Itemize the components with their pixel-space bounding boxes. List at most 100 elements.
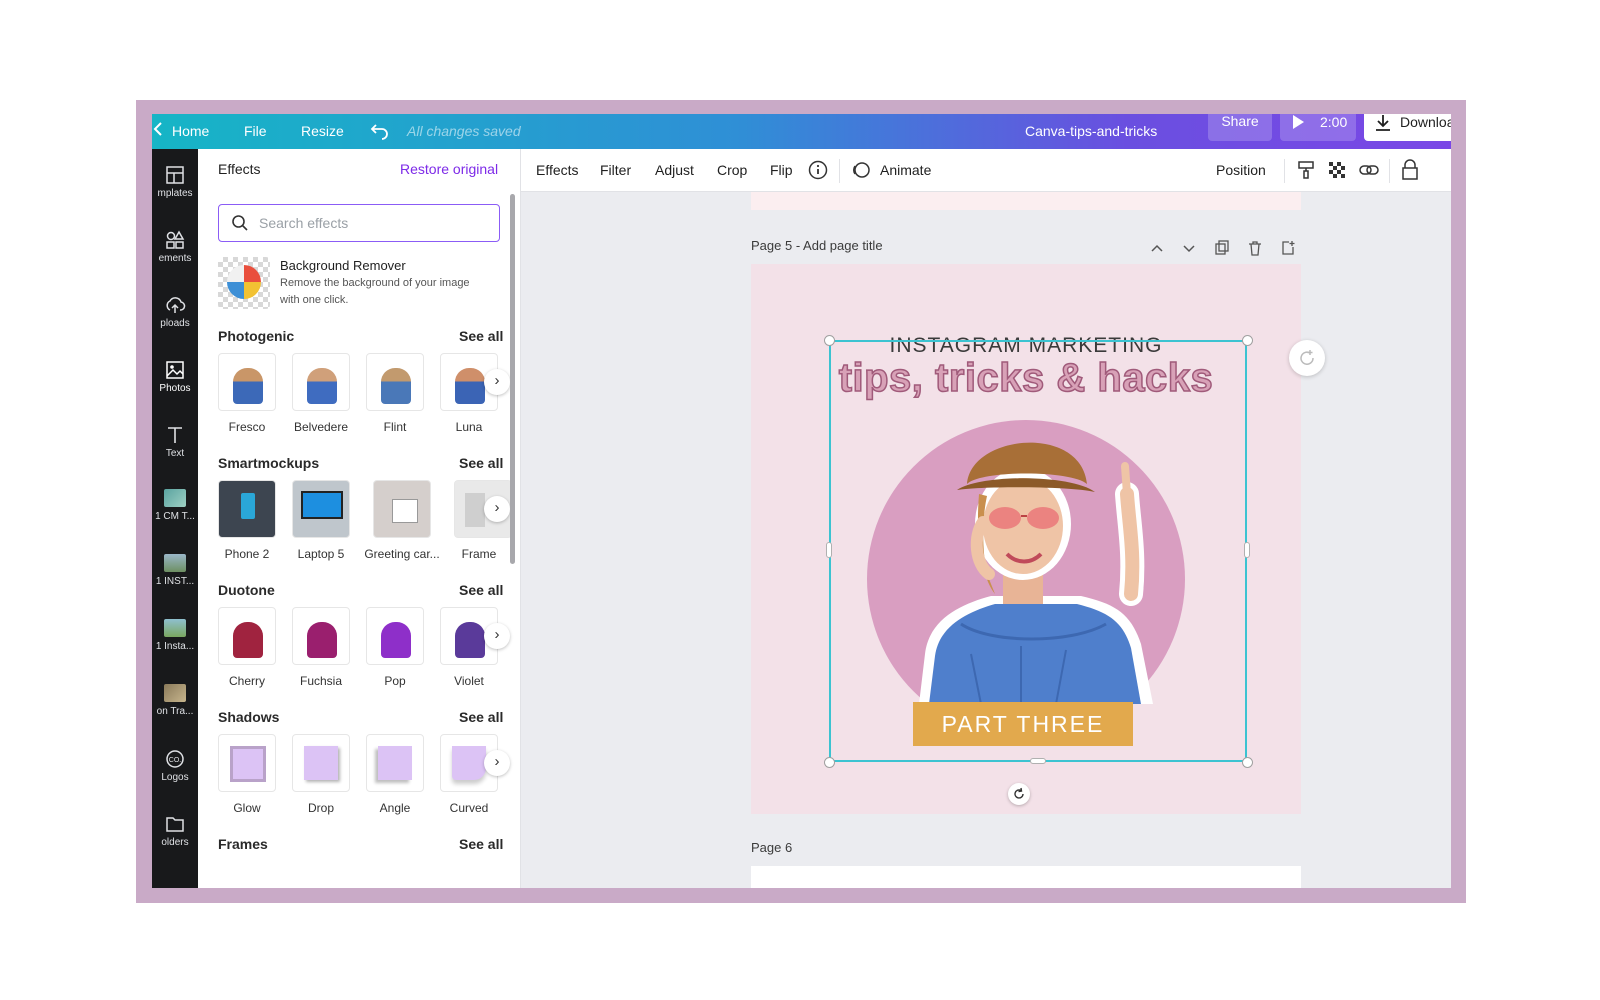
rail-folders[interactable]: olders — [152, 814, 198, 848]
rail-label: on Tra... — [156, 706, 194, 717]
effect-tile-fresco[interactable] — [218, 353, 276, 411]
effect-tile-drop[interactable] — [292, 734, 350, 792]
rail-folder-4[interactable]: on Tra... — [152, 684, 198, 717]
next-arrow-photogenic[interactable]: › — [484, 369, 510, 395]
effect-tile-glow[interactable] — [218, 734, 276, 792]
see-all-photogenic[interactable]: See all — [459, 328, 503, 344]
background-remover-title[interactable]: Background Remover — [280, 258, 406, 273]
see-all-shadows[interactable]: See all — [459, 709, 503, 725]
rail-folder-1[interactable]: 1 CM T... — [152, 489, 198, 522]
chevron-down-icon[interactable] — [1181, 240, 1197, 259]
page-5-title[interactable]: Page 5 - Add page title — [751, 238, 883, 253]
crop-button[interactable]: Crop — [717, 162, 747, 178]
mockup-tile-laptop-5[interactable] — [292, 480, 350, 538]
add-page-icon[interactable] — [1280, 240, 1296, 259]
next-arrow-shadows[interactable]: › — [484, 750, 510, 776]
resize-handle-left[interactable] — [826, 542, 832, 558]
panel-scrollbar[interactable] — [510, 194, 515, 564]
search-icon — [231, 214, 249, 237]
resize-menu[interactable]: Resize — [301, 123, 344, 139]
transparency-icon[interactable] — [1327, 160, 1347, 183]
resize-handle-bottom[interactable] — [1030, 758, 1046, 764]
rail-templates[interactable]: mplates — [152, 165, 198, 199]
search-effects-input[interactable]: Search effects — [218, 204, 500, 242]
page-6-top-edge[interactable] — [751, 866, 1301, 888]
background-remover-thumbnail[interactable] — [218, 257, 270, 309]
page-5-canvas[interactable]: INSTAGRAM MARKETING tips, tricks & hacks — [751, 264, 1301, 814]
next-arrow-smartmockups[interactable]: › — [484, 496, 510, 522]
effect-label: Luna — [455, 420, 483, 434]
effect-tile-cherry[interactable] — [218, 607, 276, 665]
rail-label: ploads — [160, 318, 190, 329]
section-title-shadows: Shadows — [218, 709, 280, 725]
refresh-add-button[interactable] — [1289, 340, 1325, 376]
see-all-smartmockups[interactable]: See all — [459, 455, 503, 471]
rail-folder-2[interactable]: 1 INST... — [152, 554, 198, 587]
mockup-tile-phone-2[interactable] — [218, 480, 276, 538]
share-button[interactable]: Share — [1208, 114, 1272, 141]
home-link[interactable]: Home — [172, 123, 209, 139]
resize-handle-right[interactable] — [1244, 542, 1250, 558]
position-button[interactable]: Position — [1216, 162, 1266, 178]
woman-thumbnail — [381, 622, 411, 658]
shadow-sample — [378, 746, 412, 780]
rail-logos[interactable]: CO. Logos — [152, 749, 198, 783]
resize-handle-top-left[interactable] — [824, 335, 835, 346]
duplicate-page-icon[interactable] — [1214, 240, 1230, 259]
chevron-up-icon[interactable] — [1149, 240, 1165, 259]
effects-button[interactable]: Effects — [536, 162, 579, 178]
link-icon[interactable] — [1358, 160, 1380, 183]
shadow-sample — [304, 746, 338, 780]
resize-handle-bottom-left[interactable] — [824, 757, 835, 768]
info-icon[interactable] — [808, 160, 828, 183]
resize-handle-bottom-right[interactable] — [1242, 757, 1253, 768]
refresh-icon — [1298, 349, 1316, 372]
save-status: All changes saved — [407, 123, 521, 139]
adjust-button[interactable]: Adjust — [655, 162, 694, 178]
see-all-duotone[interactable]: See all — [459, 582, 503, 598]
effect-tile-fuchsia[interactable] — [292, 607, 350, 665]
rail-folder-3[interactable]: 1 Insta... — [152, 619, 198, 652]
rail-label: mplates — [157, 188, 193, 199]
rail-elements[interactable]: ements — [152, 230, 198, 264]
delete-page-icon[interactable] — [1247, 240, 1263, 259]
effect-tile-belvedere[interactable] — [292, 353, 350, 411]
undo-icon[interactable] — [370, 120, 390, 143]
elements-icon — [166, 230, 185, 249]
mockup-tile-greeting-card[interactable] — [373, 480, 431, 538]
templates-icon — [166, 166, 184, 184]
lock-icon[interactable] — [1401, 159, 1419, 184]
side-navigation-rail: mplates ements ploads Photos Text 1 CM T… — [152, 149, 198, 888]
rotate-handle[interactable] — [1008, 783, 1030, 805]
rail-photos[interactable]: Photos — [152, 360, 198, 394]
folders-icon — [166, 817, 184, 832]
page-6-title[interactable]: Page 6 — [751, 840, 792, 855]
restore-original-link[interactable]: Restore original — [400, 161, 498, 177]
animate-button[interactable]: Animate — [880, 162, 931, 178]
present-button[interactable]: 2:00 — [1280, 114, 1356, 141]
laptop-thumbnail — [301, 491, 343, 519]
presentation-duration: 2:00 — [1320, 114, 1348, 130]
animate-icon[interactable] — [851, 160, 871, 183]
effect-tile-angle[interactable] — [366, 734, 424, 792]
rail-label: Photos — [159, 383, 191, 394]
canva-editor-window: Home File Resize All changes saved Canva… — [152, 114, 1451, 888]
frame-thumbnail — [465, 493, 485, 527]
resize-handle-top-right[interactable] — [1242, 335, 1253, 346]
effect-tile-flint[interactable] — [366, 353, 424, 411]
flip-button[interactable]: Flip — [770, 162, 793, 178]
page-4-bottom-edge[interactable] — [751, 192, 1301, 210]
rail-text[interactable]: Text — [152, 425, 198, 459]
filter-button[interactable]: Filter — [600, 162, 631, 178]
next-arrow-duotone[interactable]: › — [484, 623, 510, 649]
design-title[interactable]: Canva-tips-and-tricks — [1025, 123, 1157, 139]
copy-style-icon[interactable] — [1296, 160, 1316, 183]
effect-tile-pop[interactable] — [366, 607, 424, 665]
file-menu[interactable]: File — [244, 123, 267, 139]
back-chevron-icon[interactable] — [152, 120, 166, 141]
see-all-frames[interactable]: See all — [459, 836, 503, 852]
rail-uploads[interactable]: ploads — [152, 295, 198, 329]
top-menu-bar: Home File Resize All changes saved Canva… — [152, 114, 1451, 149]
download-button[interactable]: Download — [1364, 114, 1451, 141]
toolbar-divider — [839, 159, 840, 183]
